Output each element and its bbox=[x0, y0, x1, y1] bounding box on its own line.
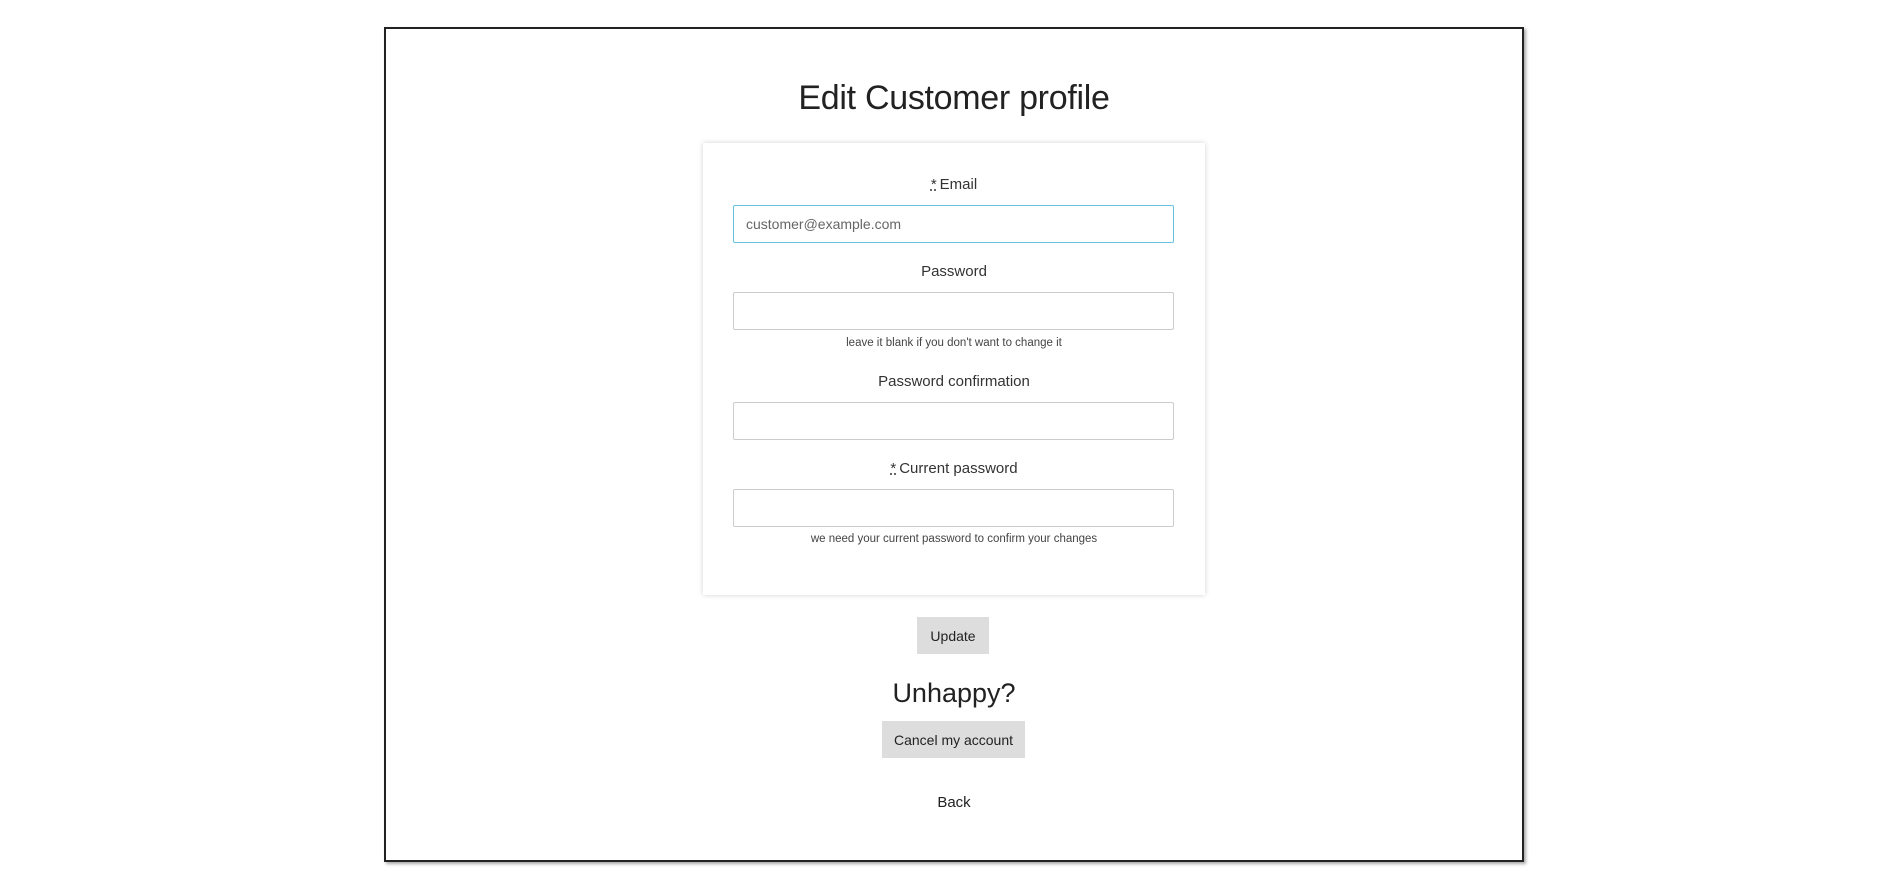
unhappy-heading: Unhappy? bbox=[892, 678, 1016, 708]
email-label: * Email bbox=[703, 176, 1205, 193]
password-field[interactable] bbox=[733, 292, 1174, 330]
current-password-label-text: Current password bbox=[899, 460, 1018, 477]
edit-profile-form: *Email Password leave it blank if you do… bbox=[703, 143, 1205, 595]
password-label: Password bbox=[921, 263, 987, 280]
current-password-field[interactable] bbox=[733, 489, 1174, 527]
email-field[interactable] bbox=[733, 205, 1174, 243]
required-marker: * bbox=[930, 176, 937, 193]
current-password-label: * Current password bbox=[703, 460, 1205, 477]
required-marker: * bbox=[890, 460, 897, 477]
update-button[interactable]: Update bbox=[917, 617, 989, 654]
email-label-text: Email bbox=[939, 176, 978, 193]
current-password-hint: we need your current password to confirm… bbox=[810, 533, 1098, 545]
cancel-account-button[interactable]: Cancel my account bbox=[882, 721, 1025, 758]
password-confirmation-field[interactable] bbox=[733, 402, 1174, 440]
back-link[interactable]: Back bbox=[386, 794, 1522, 811]
page-title: Edit Customer profile bbox=[798, 79, 1110, 117]
password-confirmation-label: Password confirmation bbox=[878, 373, 1030, 390]
page-frame: Edit Customer profile *Email Password le… bbox=[384, 27, 1524, 862]
password-hint: leave it blank if you don't want to chan… bbox=[846, 337, 1062, 349]
